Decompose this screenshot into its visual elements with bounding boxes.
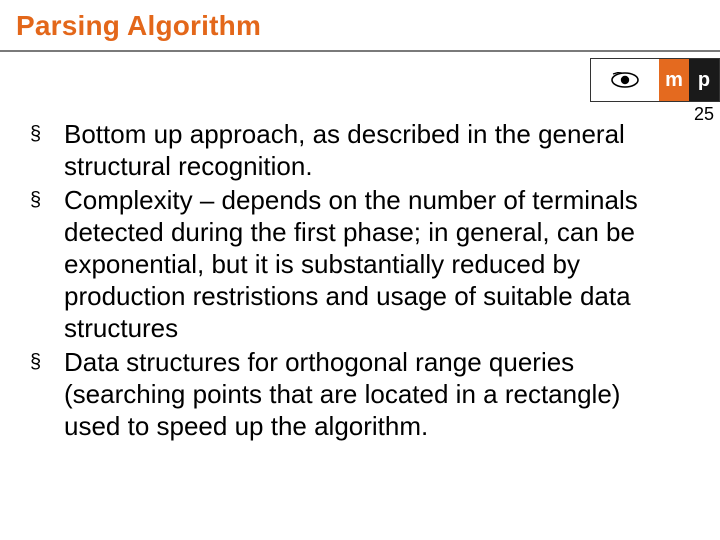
bullet-icon: § <box>28 184 64 216</box>
bullet-icon: § <box>28 118 64 150</box>
eye-icon <box>610 72 640 88</box>
page-number: 25 <box>694 104 714 125</box>
slide-title: Parsing Algorithm <box>16 10 261 42</box>
bullet-list: § Bottom up approach, as described in th… <box>28 118 638 444</box>
logo-letter-p: p <box>689 59 719 101</box>
list-item: § Bottom up approach, as described in th… <box>28 118 638 182</box>
logo-letter-m: m <box>659 59 689 101</box>
slide: Parsing Algorithm m p 25 § Bottom up app… <box>0 0 720 540</box>
bullet-text: Data structures for orthogonal range que… <box>64 346 638 442</box>
list-item: § Complexity – depends on the number of … <box>28 184 638 344</box>
bullet-text: Complexity – depends on the number of te… <box>64 184 638 344</box>
bullet-icon: § <box>28 346 64 378</box>
logo-eye-box <box>591 59 659 101</box>
title-underline <box>0 50 720 52</box>
list-item: § Data structures for orthogonal range q… <box>28 346 638 442</box>
logo-letters: m p <box>659 59 719 101</box>
bullet-text: Bottom up approach, as described in the … <box>64 118 638 182</box>
logo: m p <box>590 58 720 102</box>
